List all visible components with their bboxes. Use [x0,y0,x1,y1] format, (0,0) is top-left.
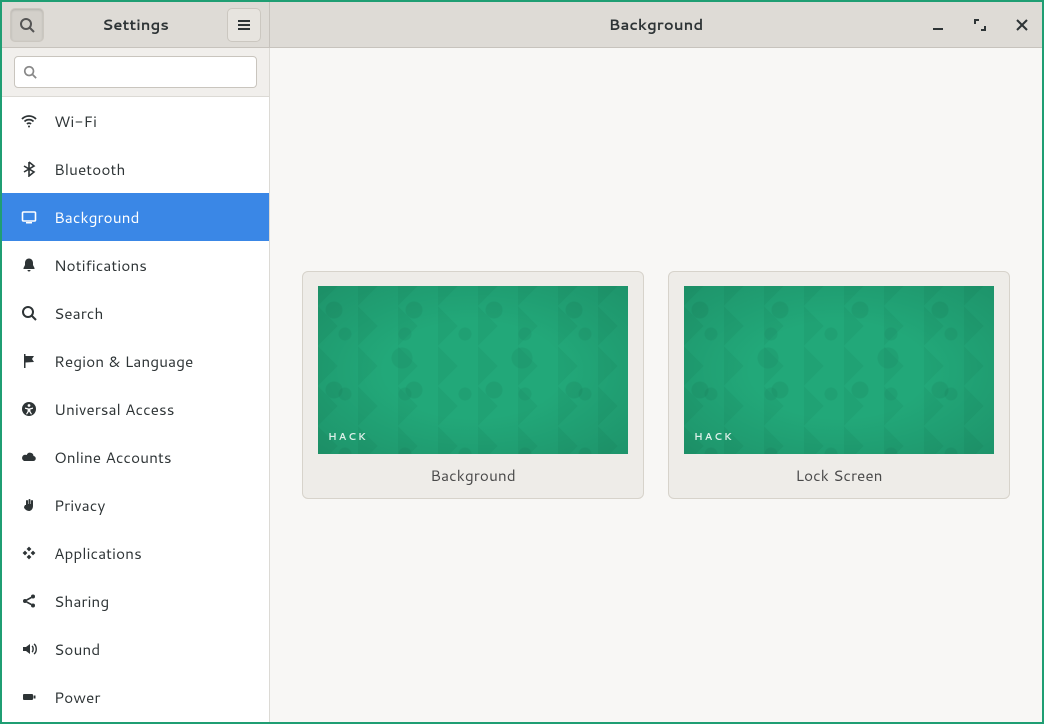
sidebar-item-search[interactable]: Search [2,289,269,337]
sidebar-item-applications[interactable]: Applications [2,529,269,577]
sidebar-item-label: Universal Access [54,398,174,420]
sidebar-item-label: Region & Language [54,350,193,372]
sidebar-title: Settings [102,14,169,35]
window-controls [928,2,1032,47]
search-icon [23,65,37,79]
hamburger-menu-button[interactable] [227,8,261,42]
sidebar-item-universal[interactable]: Universal Access [2,385,269,433]
hand-icon [20,497,38,513]
titlebar-right: Background [270,2,1042,47]
sidebar-item-label: Wi-Fi [54,110,97,132]
search-input[interactable] [43,64,248,80]
wallpaper-watermark: HACK [328,430,368,444]
sidebar-item-label: Online Accounts [54,446,172,468]
wallpaper-watermark: HACK [694,430,734,444]
close-button[interactable] [1012,15,1032,35]
sidebar-item-label: Power [54,686,100,708]
main-content: HACK Background HACK Lock Screen [270,48,1042,722]
tile-label: Background [430,464,516,486]
sidebar-item-background[interactable]: Background [2,193,269,241]
sidebar: Wi-Fi Bluetooth [2,48,270,722]
sidebar-item-label: Sharing [54,590,109,612]
lockscreen-tile[interactable]: HACK Lock Screen [668,271,1010,499]
sidebar-item-sound[interactable]: Sound [2,625,269,673]
settings-window: Settings Background [2,2,1042,722]
window-body: Wi-Fi Bluetooth [2,48,1042,722]
background-thumbnail: HACK [318,286,628,454]
sidebar-item-label: Notifications [54,254,147,276]
titlebar: Settings Background [2,2,1042,48]
minimize-icon [931,18,945,32]
bluetooth-icon [20,161,38,177]
cloud-icon [20,448,38,466]
sidebar-item-bluetooth[interactable]: Bluetooth [2,145,269,193]
tile-label: Lock Screen [795,464,882,486]
maximize-button[interactable] [970,15,990,35]
sidebar-nav[interactable]: Wi-Fi Bluetooth [2,97,269,722]
sidebar-item-region[interactable]: Region & Language [2,337,269,385]
page-title: Background [609,14,704,35]
share-icon [20,593,38,609]
sidebar-item-power[interactable]: Power [2,673,269,721]
wifi-icon [20,112,38,130]
sidebar-item-label: Applications [54,542,142,564]
sidebar-item-online[interactable]: Online Accounts [2,433,269,481]
background-icon [20,209,38,225]
accessibility-icon [20,401,38,417]
search-icon [20,305,38,321]
lockscreen-thumbnail: HACK [684,286,994,454]
hamburger-icon [237,18,251,32]
search-icon [19,17,35,33]
sidebar-item-label: Search [54,302,103,324]
power-icon [20,689,38,705]
bell-icon [20,257,38,273]
titlebar-left: Settings [2,2,270,47]
search-box[interactable] [14,56,257,88]
apps-icon [20,545,38,561]
maximize-icon [973,18,987,32]
close-icon [1015,18,1029,32]
search-toggle-button[interactable] [10,8,44,42]
sidebar-item-label: Privacy [54,494,105,516]
sidebar-item-label: Bluetooth [54,158,125,180]
sidebar-item-sharing[interactable]: Sharing [2,577,269,625]
background-tile[interactable]: HACK Background [302,271,644,499]
sidebar-item-wifi[interactable]: Wi-Fi [2,97,269,145]
flag-icon [20,353,38,369]
sound-icon [20,641,38,657]
search-bar-container [2,48,269,97]
sidebar-item-notifications[interactable]: Notifications [2,241,269,289]
sidebar-item-label: Background [54,206,140,228]
sidebar-item-privacy[interactable]: Privacy [2,481,269,529]
sidebar-item-label: Sound [54,638,100,660]
minimize-button[interactable] [928,15,948,35]
